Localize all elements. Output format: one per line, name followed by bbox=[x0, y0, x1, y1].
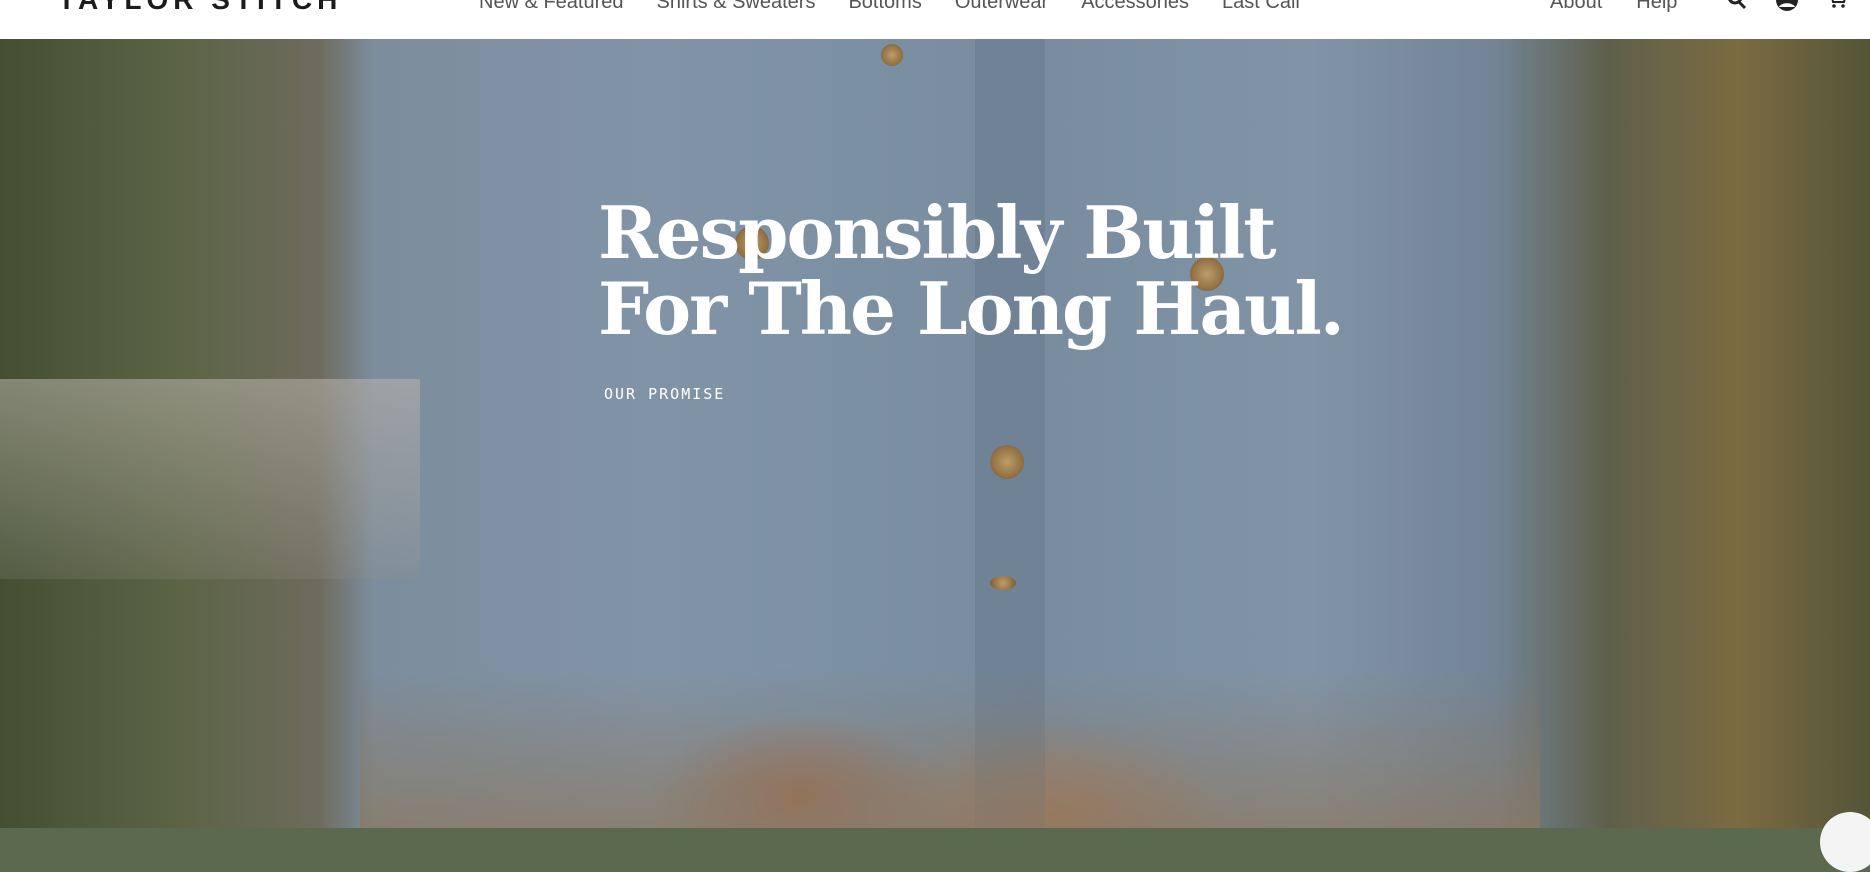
nav-item-accessories[interactable]: Accessories bbox=[1081, 0, 1189, 14]
site-header: TAYLOR STITCH New & Featured Shirts & Sw… bbox=[0, 0, 1870, 39]
chat-widget-button[interactable] bbox=[1820, 812, 1870, 872]
main-nav: New & Featured Shirts & Sweaters Bottoms… bbox=[479, 0, 1300, 14]
nav-item-outerwear[interactable]: Outerwear bbox=[955, 0, 1048, 14]
our-promise-link[interactable]: OUR PROMISE bbox=[604, 385, 725, 403]
nav-item-about[interactable]: About bbox=[1550, 0, 1602, 14]
nav-item-new-featured[interactable]: New & Featured bbox=[479, 0, 624, 14]
nav-item-bottoms[interactable]: Bottoms bbox=[848, 0, 921, 14]
cart-icon[interactable] bbox=[1826, 0, 1848, 16]
nav-item-shirts-sweaters[interactable]: Shirts & Sweaters bbox=[657, 0, 816, 14]
hero-headline-line1: Responsibly Built bbox=[598, 190, 1277, 275]
nav-item-last-call[interactable]: Last Call bbox=[1222, 0, 1300, 14]
hero-overlay bbox=[0, 39, 1870, 828]
account-icon[interactable] bbox=[1774, 0, 1800, 16]
search-icon[interactable] bbox=[1727, 0, 1747, 16]
hero-headline-line2: For The Long Haul. bbox=[598, 266, 1345, 351]
nav-item-help[interactable]: Help bbox=[1636, 0, 1677, 14]
hero-banner: Responsibly Built For The Long Haul. OUR… bbox=[0, 39, 1870, 828]
hero-headline: Responsibly Built For The Long Haul. bbox=[598, 195, 1345, 347]
brand-logo[interactable]: TAYLOR STITCH bbox=[58, 0, 342, 16]
utility-nav: About Help bbox=[1550, 0, 1677, 14]
